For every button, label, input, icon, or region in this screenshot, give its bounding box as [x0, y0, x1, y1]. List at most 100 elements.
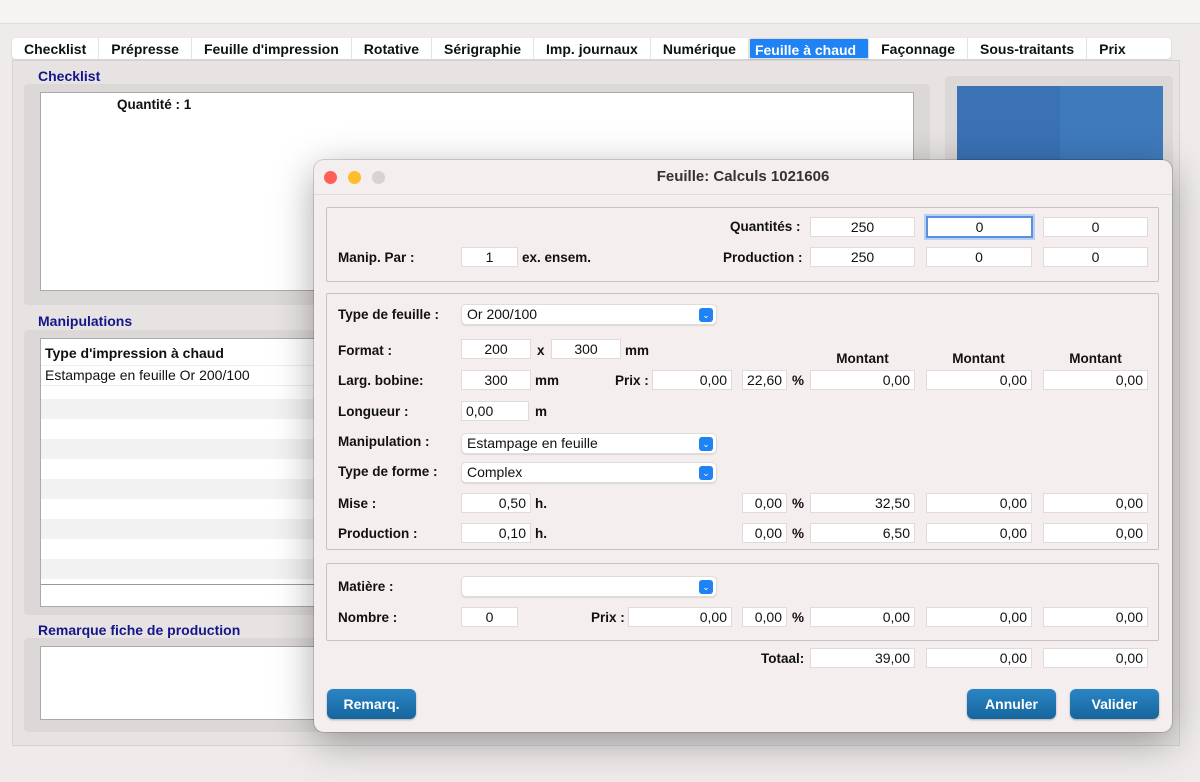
prix-montant-1[interactable]: 0,00 — [810, 370, 915, 390]
mise-montant-3[interactable]: 0,00 — [1043, 493, 1148, 513]
valider-button[interactable]: Valider — [1070, 689, 1159, 719]
totaal-1: 39,00 — [810, 648, 915, 668]
longueur-field[interactable]: 0,00 — [461, 401, 529, 421]
preview-image — [957, 86, 1163, 166]
tab-prix[interactable]: Prix — [1087, 38, 1137, 59]
nombre-field[interactable]: 0 — [461, 607, 518, 627]
tab-rotative[interactable]: Rotative — [352, 38, 433, 59]
prix-pct-field[interactable]: 22,60 — [742, 370, 787, 390]
mat-montant-1[interactable]: 0,00 — [810, 607, 915, 627]
totaal-2: 0,00 — [926, 648, 1032, 668]
type-feuille-label: Type de feuille : — [338, 307, 440, 322]
type-forme-select[interactable]: Complex ⌄ — [461, 462, 717, 483]
prod-montant-2[interactable]: 0,00 — [926, 523, 1032, 543]
mise-montant-2[interactable]: 0,00 — [926, 493, 1032, 513]
mat-prix-field[interactable]: 0,00 — [628, 607, 732, 627]
dialog-title: Feuille: Calculs 1021606 — [656, 168, 830, 185]
prod-montant-3[interactable]: 0,00 — [1043, 523, 1148, 543]
larg-unit: mm — [535, 373, 560, 388]
mat-montant-3[interactable]: 0,00 — [1043, 607, 1148, 627]
mise-label: Mise : — [338, 496, 377, 511]
type-feuille-select[interactable]: Or 200/100 ⌄ — [461, 304, 717, 325]
tab-faconnage[interactable]: Façonnage — [869, 38, 969, 59]
mat-prix-label: Prix : — [591, 610, 625, 625]
montant-header-3: Montant — [1069, 351, 1122, 366]
totaal-label: Totaal: — [761, 651, 805, 666]
table-header: Type d'impression à chaud — [41, 339, 329, 366]
prod-field[interactable]: 0,10 — [461, 523, 531, 543]
chevron-down-icon: ⌄ — [699, 308, 713, 322]
manip-par-unit: ex. ensem. — [522, 250, 592, 265]
manipulation-value: Estampage en feuille — [467, 435, 598, 451]
format-x: x — [537, 343, 545, 358]
remarq-button[interactable]: Remarq. — [327, 689, 416, 719]
format-width-field[interactable]: 200 — [461, 339, 531, 359]
format-label: Format : — [338, 343, 392, 358]
tab-serigraphie[interactable]: Sérigraphie — [432, 38, 535, 59]
tab-checklist[interactable]: Checklist — [12, 38, 100, 59]
prod-pct-field[interactable]: 0,00 — [742, 523, 787, 543]
quantite-3-field[interactable]: 0 — [1043, 217, 1148, 237]
manip-par-field[interactable]: 1 — [461, 247, 518, 267]
remarque-textarea[interactable] — [40, 646, 330, 720]
type-forme-label: Type de forme : — [338, 464, 438, 479]
mat-montant-2[interactable]: 0,00 — [926, 607, 1032, 627]
matiere-select[interactable]: ⌄ — [461, 576, 717, 597]
production-2-field[interactable]: 0 — [926, 247, 1032, 267]
prix-montant-3[interactable]: 0,00 — [1043, 370, 1148, 390]
prix-montant-2[interactable]: 0,00 — [926, 370, 1032, 390]
matiere-section — [326, 563, 1159, 641]
manipulations-table[interactable]: Type d'impression à chaud Estampage en f… — [40, 338, 330, 607]
tab-prepresse[interactable]: Prépresse — [99, 38, 192, 59]
tab-feuille-impression[interactable]: Feuille d'impression — [192, 38, 352, 59]
annuler-button[interactable]: Annuler — [967, 689, 1056, 719]
pct-sign: % — [792, 373, 805, 388]
manipulation-label: Manipulation : — [338, 434, 430, 449]
tab-sous-traitants[interactable]: Sous-traitants — [968, 38, 1088, 59]
mise-field[interactable]: 0,50 — [461, 493, 531, 513]
tab-feuille-a-chaud[interactable]: Feuille à chaud — [748, 38, 870, 59]
prod-montant-1[interactable]: 6,50 — [810, 523, 915, 543]
prod-unit: h. — [535, 526, 547, 541]
table-row[interactable]: Estampage en feuille Or 200/100 — [41, 366, 329, 386]
larg-bobine-field[interactable]: 300 — [461, 370, 531, 390]
tab-bar: Checklist Prépresse Feuille d'impression… — [12, 38, 1171, 59]
format-height-field[interactable]: 300 — [551, 339, 621, 359]
mise-pct-field[interactable]: 0,00 — [742, 493, 787, 513]
nombre-label: Nombre : — [338, 610, 398, 625]
format-unit: mm — [625, 343, 650, 358]
prod-label: Production : — [338, 526, 418, 541]
longueur-label: Longueur : — [338, 404, 409, 419]
prix-field[interactable]: 0,00 — [652, 370, 732, 390]
remarque-title: Remarque fiche de production — [38, 622, 241, 638]
manipulation-select[interactable]: Estampage en feuille ⌄ — [461, 433, 717, 454]
montant-header-2: Montant — [952, 351, 1005, 366]
calculs-dialog: Feuille: Calculs 1021606 Quantités : 250… — [314, 160, 1172, 732]
tab-numerique[interactable]: Numérique — [651, 38, 749, 59]
checklist-title: Checklist — [38, 68, 101, 84]
production-3-field[interactable]: 0 — [1043, 247, 1148, 267]
quantite-1-field[interactable]: 250 — [810, 217, 915, 237]
production-1-field[interactable]: 250 — [810, 247, 915, 267]
type-forme-value: Complex — [467, 464, 523, 480]
type-feuille-value: Or 200/100 — [467, 306, 538, 322]
pct-sign: % — [792, 526, 805, 541]
mat-pct-field[interactable]: 0,00 — [742, 607, 787, 627]
production-label: Production : — [723, 250, 803, 265]
mise-montant-1[interactable]: 32,50 — [810, 493, 915, 513]
tab-imp-journaux[interactable]: Imp. journaux — [534, 38, 651, 59]
longueur-unit: m — [535, 404, 548, 419]
quantite-2-field[interactable]: 0 — [926, 216, 1033, 238]
pct-sign: % — [792, 496, 805, 511]
larg-bobine-label: Larg. bobine: — [338, 373, 424, 388]
top-bar — [0, 0, 1200, 24]
totaal-3: 0,00 — [1043, 648, 1148, 668]
manipulations-title: Manipulations — [38, 313, 133, 329]
chevron-down-icon: ⌄ — [699, 466, 713, 480]
quantites-label: Quantités : — [730, 219, 801, 234]
montant-header-1: Montant — [836, 351, 889, 366]
checklist-content: Quantité : 1 — [117, 97, 192, 112]
chevron-down-icon: ⌄ — [699, 437, 713, 451]
matiere-label: Matière : — [338, 579, 394, 594]
pct-sign: % — [792, 610, 805, 625]
